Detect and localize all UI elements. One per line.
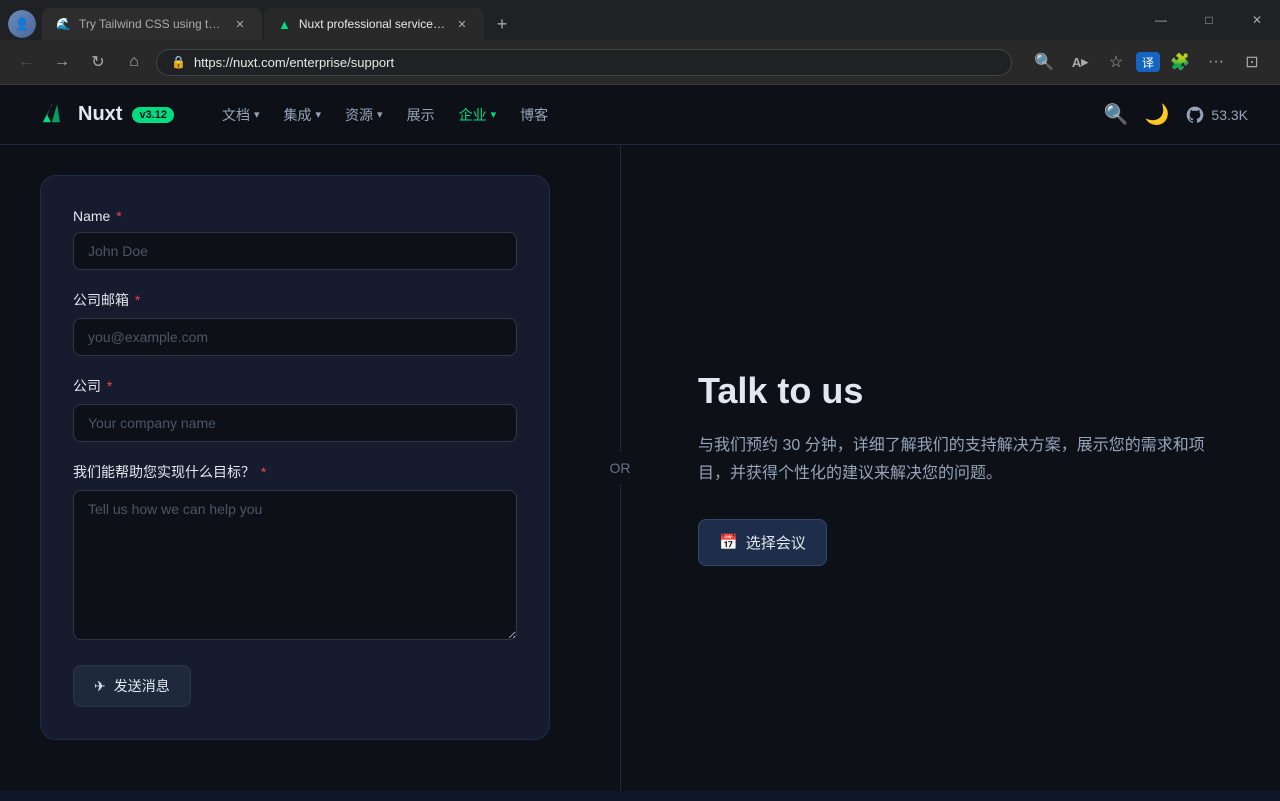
nav-integrations-label: 集成	[284, 105, 312, 125]
email-field-group: 公司邮箱 *	[73, 290, 517, 356]
email-label: 公司邮箱 *	[73, 290, 517, 310]
header-actions: 🔍 🌙 53.3K	[1104, 102, 1248, 127]
tab-tailwind[interactable]: 🌊 Try Tailwind CSS using the Play C... ✕	[42, 8, 262, 40]
nav-integrations-chevron: ▾	[316, 108, 322, 121]
more-button[interactable]: ···	[1200, 46, 1232, 78]
url-text: https://nuxt.com/enterprise/support	[194, 55, 394, 70]
nav-enterprise[interactable]: 企业 ▾	[459, 105, 497, 125]
email-required: *	[131, 292, 140, 308]
company-required: *	[103, 378, 112, 394]
home-button[interactable]: ⌂	[120, 48, 148, 76]
site-header: Nuxt v3.12 文档 ▾ 集成 ▾ 资源 ▾ 展示 企业 ▾ 博客 🔍 🌙	[0, 85, 1280, 145]
talk-title: Talk to us	[698, 370, 1232, 412]
nuxt-logo-icon	[32, 97, 68, 133]
goal-required: *	[257, 464, 266, 480]
logo-text: Nuxt	[78, 103, 122, 126]
read-aloud-button[interactable]: A▶	[1064, 46, 1096, 78]
nav-blog[interactable]: 博客	[520, 105, 548, 125]
submit-label: 发送消息	[114, 676, 170, 696]
split-view-button[interactable]: ⊡	[1236, 46, 1268, 78]
close-button[interactable]: ✕	[1234, 5, 1280, 35]
back-button[interactable]: ←	[12, 48, 40, 76]
goal-field-group: 我们能帮助您实现什么目标？ *	[73, 462, 517, 645]
github-button[interactable]: 53.3K	[1185, 105, 1248, 125]
tab-title: Try Tailwind CSS using the Play C...	[79, 17, 224, 31]
schedule-label: 选择会议	[746, 532, 806, 553]
goal-label: 我们能帮助您实现什么目标？ *	[73, 462, 517, 482]
name-required: *	[112, 208, 121, 224]
nav-showcase-label: 展示	[407, 105, 435, 125]
main-content: Name * 公司邮箱 * 公司 * 我们能帮	[0, 145, 1280, 791]
tab-nuxt[interactable]: ▲ Nuxt professional services · Enter... …	[264, 8, 484, 40]
company-input[interactable]	[73, 404, 517, 442]
goal-textarea[interactable]	[73, 490, 517, 640]
github-stars: 53.3K	[1211, 107, 1248, 123]
schedule-meeting-button[interactable]: 📅 选择会议	[698, 519, 827, 566]
right-panel: Talk to us 与我们预约 30 分钟，详细了解我们的支持解决方案，展示您…	[650, 145, 1280, 791]
minimize-button[interactable]: —	[1138, 5, 1184, 35]
nav-integrations[interactable]: 集成 ▾	[284, 105, 322, 125]
form-card: Name * 公司邮箱 * 公司 * 我们能帮	[40, 175, 550, 740]
nav-enterprise-chevron: ▾	[491, 108, 497, 121]
nav-docs-label: 文档	[222, 105, 250, 125]
talk-description: 与我们预约 30 分钟，详细了解我们的支持解决方案，展示您的需求和项目，并获得个…	[698, 432, 1232, 486]
nav-blog-label: 博客	[520, 105, 548, 125]
copilot-button[interactable]: 🔍	[1028, 46, 1060, 78]
tab-title-nuxt: Nuxt professional services · Enter...	[299, 17, 446, 31]
nav-showcase[interactable]: 展示	[407, 105, 435, 125]
or-text: OR	[610, 452, 631, 484]
refresh-button[interactable]: ↻	[84, 48, 112, 76]
form-panel: Name * 公司邮箱 * 公司 * 我们能帮	[0, 145, 590, 791]
nav-docs-chevron: ▾	[254, 108, 260, 121]
or-divider: OR	[590, 145, 650, 791]
github-icon	[1185, 105, 1205, 125]
main-nav: 文档 ▾ 集成 ▾ 资源 ▾ 展示 企业 ▾ 博客	[222, 105, 1072, 125]
extensions-button[interactable]: 🧩	[1164, 46, 1196, 78]
submit-icon: ✈	[94, 678, 106, 695]
email-input[interactable]	[73, 318, 517, 356]
calendar-icon: 📅	[719, 533, 738, 551]
maximize-button[interactable]: □	[1186, 5, 1232, 35]
name-label: Name *	[73, 208, 517, 224]
company-label: 公司 *	[73, 376, 517, 396]
url-bar[interactable]: 🔒 https://nuxt.com/enterprise/support	[156, 49, 1012, 76]
name-field-group: Name *	[73, 208, 517, 270]
version-badge: v3.12	[132, 107, 174, 123]
tab-favicon: 🌊	[56, 17, 71, 31]
forward-button[interactable]: →	[48, 48, 76, 76]
lock-icon: 🔒	[171, 55, 186, 69]
tab-favicon-nuxt: ▲	[278, 17, 291, 32]
nav-resources-label: 资源	[345, 105, 373, 125]
search-button[interactable]: 🔍	[1104, 102, 1129, 127]
submit-button[interactable]: ✈ 发送消息	[73, 665, 191, 707]
tab-close-button[interactable]: ✕	[232, 16, 248, 32]
profile-avatar[interactable]: 👤	[8, 10, 36, 38]
theme-toggle[interactable]: 🌙	[1145, 102, 1170, 127]
nav-docs[interactable]: 文档 ▾	[222, 105, 260, 125]
new-tab-button[interactable]: +	[486, 8, 518, 40]
nav-enterprise-label: 企业	[459, 105, 487, 125]
nav-resources-chevron: ▾	[377, 108, 383, 121]
translate-button[interactable]: 译	[1136, 52, 1160, 72]
tab-close-button-nuxt[interactable]: ✕	[454, 16, 470, 32]
company-field-group: 公司 *	[73, 376, 517, 442]
name-input[interactable]	[73, 232, 517, 270]
nav-resources[interactable]: 资源 ▾	[345, 105, 383, 125]
logo-area[interactable]: Nuxt v3.12	[32, 97, 174, 133]
favorites-button[interactable]: ☆	[1100, 46, 1132, 78]
